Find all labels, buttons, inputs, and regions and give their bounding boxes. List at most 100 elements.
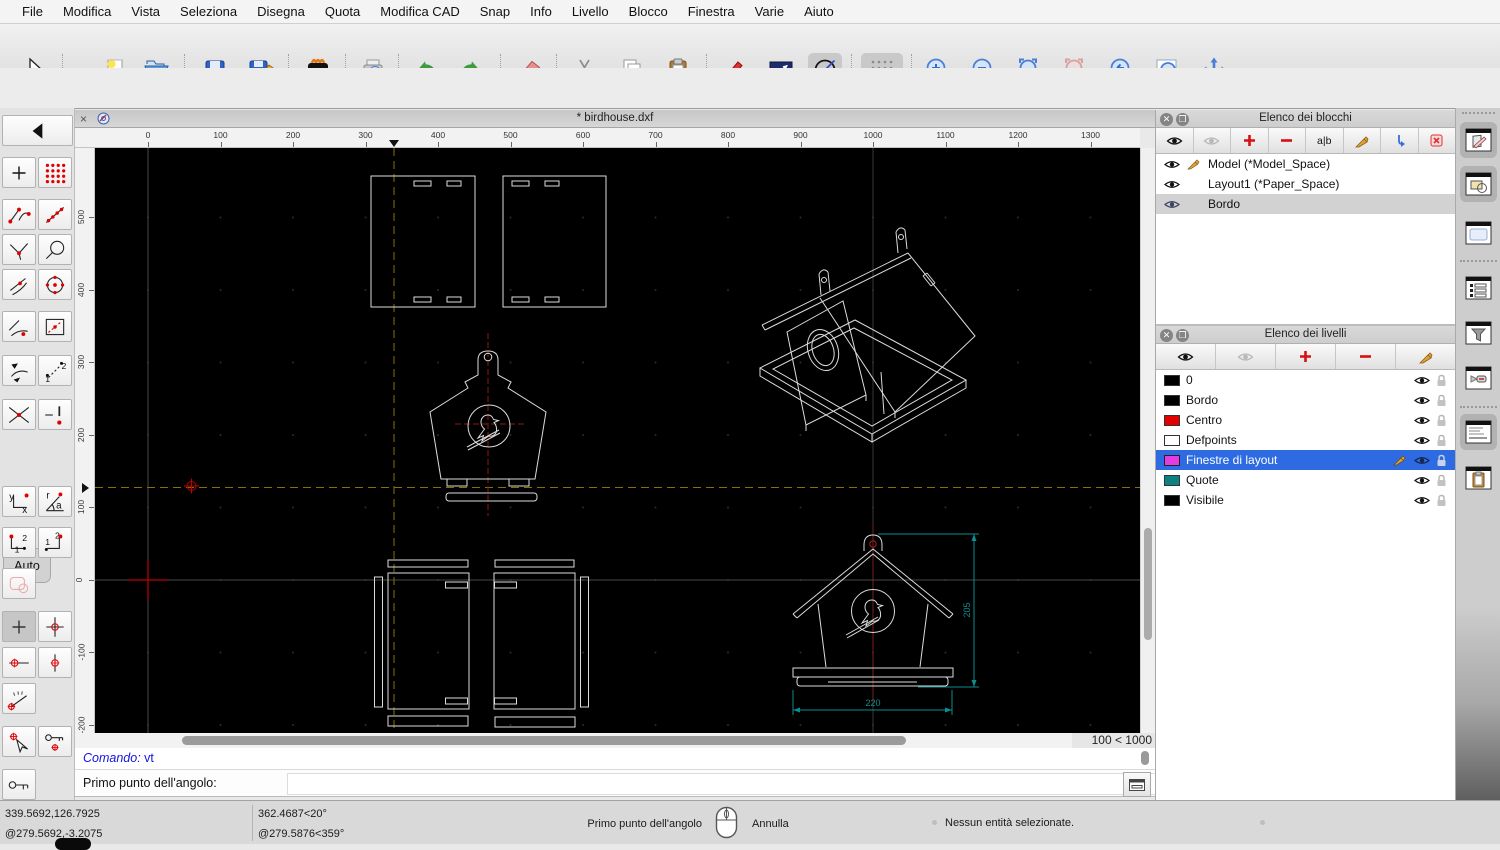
drawing-canvas[interactable]: 205 220	[95, 148, 1140, 733]
relative-zero-key-button[interactable]	[2, 769, 36, 800]
block-row-layout1[interactable]: Layout1 (*Paper_Space)	[1156, 174, 1455, 194]
menu-item-modifica-cad[interactable]: Modifica CAD	[370, 4, 469, 19]
menu-item-seleziona[interactable]: Seleziona	[170, 4, 247, 19]
add-layer-button[interactable]	[1276, 344, 1336, 369]
menu-item-aiuto[interactable]: Aiuto	[794, 4, 844, 19]
command-history[interactable]: Comando: vt	[75, 748, 1155, 770]
snap-grid-button[interactable]	[38, 157, 72, 188]
dock-lens-button[interactable]	[1460, 360, 1497, 396]
snap-free-button[interactable]	[2, 157, 36, 188]
menu-item-modifica[interactable]: Modifica	[53, 4, 121, 19]
layer-row-0[interactable]: 0	[1156, 370, 1455, 390]
restrict-orthogonal-button[interactable]	[38, 611, 72, 642]
layer-row-visibile[interactable]: Visibile	[1156, 490, 1455, 510]
snap-center-button[interactable]	[38, 269, 72, 300]
show-all-layers-button[interactable]	[1156, 344, 1216, 369]
restrict-vertical-button[interactable]	[38, 647, 72, 678]
snap-distance-button[interactable]: 12	[38, 355, 72, 386]
lock-relative-zero-button[interactable]	[38, 726, 72, 757]
dock-block-list-button[interactable]	[1460, 166, 1497, 202]
rename-block-button[interactable]: a|b	[1306, 128, 1344, 153]
layer-visibility-icon[interactable]	[1414, 435, 1430, 446]
coordinate-cartesian-button[interactable]: yx	[2, 486, 36, 517]
layer-visibility-icon[interactable]	[1414, 415, 1430, 426]
insert-block-button[interactable]	[1381, 128, 1419, 153]
snap-reference-button[interactable]	[38, 311, 72, 342]
layer-visibility-icon[interactable]	[1414, 475, 1430, 486]
menu-item-livello[interactable]: Livello	[562, 4, 619, 19]
layer-lock-icon[interactable]	[1436, 374, 1447, 387]
dock-viewport-button[interactable]	[1460, 215, 1497, 251]
coordinate-polar-button[interactable]: ra	[38, 486, 72, 517]
layer-lock-icon[interactable]	[1436, 494, 1447, 507]
menu-item-varie[interactable]: Varie	[745, 4, 794, 19]
snap-perpendicular-button[interactable]	[38, 234, 72, 265]
dock-filter-button[interactable]	[1460, 315, 1497, 351]
menu-item-finestra[interactable]: Finestra	[678, 4, 745, 19]
block-row-model[interactable]: Model (*Model_Space)	[1156, 154, 1455, 174]
layer-row-bordo[interactable]: Bordo	[1156, 390, 1455, 410]
layer-visibility-icon[interactable]	[1414, 375, 1430, 386]
edit-layer-button[interactable]	[1396, 344, 1455, 369]
scrollbar-thumb[interactable]	[182, 736, 906, 745]
canvas-horizontal-scrollbar[interactable]	[75, 733, 1072, 748]
visibility-eye-icon[interactable]	[1164, 159, 1180, 170]
layer-row-defpoints[interactable]: Defpoints	[1156, 430, 1455, 450]
layer-row-quote[interactable]: Quote	[1156, 470, 1455, 490]
coordinate-relative-button[interactable]: 12	[2, 527, 36, 558]
angle-restriction-button[interactable]	[2, 683, 36, 714]
menu-item-quota[interactable]: Quota	[315, 4, 370, 19]
set-relative-zero-button[interactable]	[2, 726, 36, 757]
layer-lock-icon[interactable]	[1436, 394, 1447, 407]
dock-list-view-button[interactable]	[1460, 270, 1497, 306]
snap-auto-button[interactable]	[2, 355, 36, 386]
snap-force-button[interactable]	[38, 399, 72, 430]
dock-property-editor-button[interactable]	[1460, 122, 1497, 158]
menu-item-info[interactable]: Info	[520, 4, 562, 19]
snap-endpoints-button[interactable]	[2, 199, 36, 230]
virtual-keyboard-button[interactable]	[1123, 772, 1151, 797]
layer-visibility-icon[interactable]	[1414, 495, 1430, 506]
dock-command-line-button[interactable]	[1460, 414, 1497, 450]
purge-blocks-button[interactable]	[1419, 128, 1456, 153]
menu-item-vista[interactable]: Vista	[121, 4, 170, 19]
snap-tangent-button[interactable]	[2, 269, 36, 300]
document-title[interactable]: * birdhouse.dxf	[75, 112, 1155, 124]
command-input[interactable]	[287, 773, 1194, 795]
restrict-none-button[interactable]	[2, 611, 36, 642]
dock-clipboard-button[interactable]	[1460, 460, 1497, 496]
snap-intersection-button[interactable]	[2, 234, 36, 265]
hide-all-layers-button[interactable]	[1216, 344, 1276, 369]
canvas-vertical-scrollbar[interactable]	[1140, 148, 1155, 733]
layer-visibility-icon[interactable]	[1414, 395, 1430, 406]
layer-lock-icon[interactable]	[1436, 474, 1447, 487]
scrollbar-thumb[interactable]	[1144, 528, 1152, 640]
visibility-eye-icon[interactable]	[1164, 179, 1180, 190]
layer-visibility-icon[interactable]	[1414, 455, 1430, 466]
hide-all-blocks-button[interactable]	[1194, 128, 1231, 153]
layer-row-finestre-di-layout[interactable]: Finestre di layout	[1156, 450, 1455, 470]
scrollbar-thumb[interactable]	[1141, 751, 1149, 765]
menu-item-disegna[interactable]: Disegna	[247, 4, 315, 19]
add-block-button[interactable]	[1231, 128, 1269, 153]
remove-block-button[interactable]	[1269, 128, 1306, 153]
edit-block-button[interactable]	[1344, 128, 1381, 153]
snap-nearest-button[interactable]	[2, 311, 36, 342]
show-all-blocks-button[interactable]	[1156, 128, 1194, 153]
layer-row-centro[interactable]: Centro	[1156, 410, 1455, 430]
coordinate-absolute-button[interactable]: 12	[38, 527, 72, 558]
menu-item-snap[interactable]: Snap	[470, 4, 520, 19]
remove-layer-button[interactable]	[1336, 344, 1396, 369]
visibility-eye-icon[interactable]	[1164, 199, 1180, 210]
snap-on-entity-button[interactable]	[38, 199, 72, 230]
menu-item-file[interactable]: File	[12, 4, 53, 19]
layer-lock-icon[interactable]	[1436, 414, 1447, 427]
menu-item-blocco[interactable]: Blocco	[619, 4, 678, 19]
back-button[interactable]	[2, 115, 73, 146]
layer-lock-icon[interactable]	[1436, 454, 1447, 467]
layer-lock-icon[interactable]	[1436, 434, 1447, 447]
block-row-bordo[interactable]: Bordo	[1156, 194, 1455, 214]
ruler-label: 400	[75, 282, 86, 297]
restrict-horizontal-button[interactable]	[2, 647, 36, 678]
snap-intersection-manual-button[interactable]	[2, 399, 36, 430]
